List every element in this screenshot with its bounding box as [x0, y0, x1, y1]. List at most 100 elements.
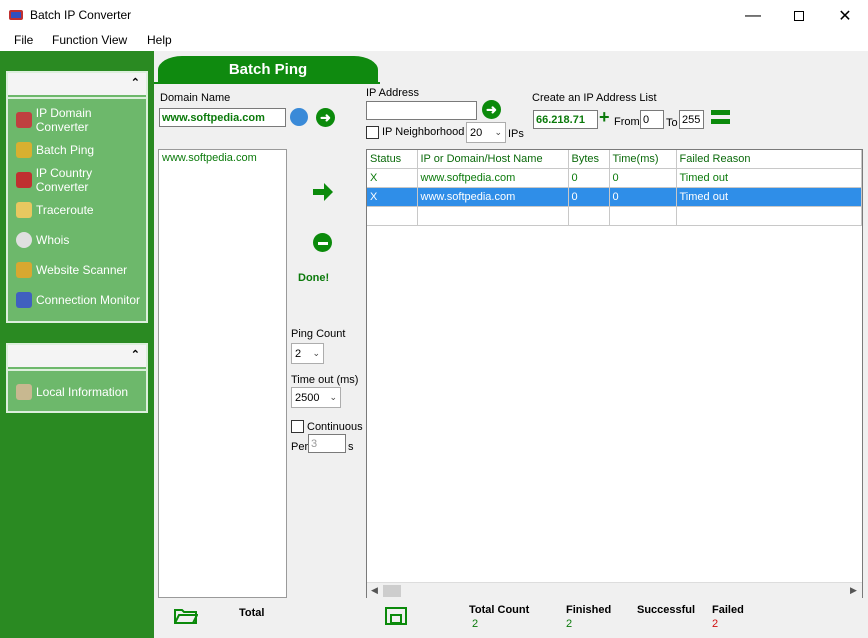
- per-label: Per: [291, 441, 309, 453]
- column-header[interactable]: Status: [367, 150, 418, 169]
- whois-icon: [16, 232, 32, 248]
- traceroute-icon: [16, 202, 32, 218]
- ie-browser-icon[interactable]: [290, 108, 308, 126]
- scrollbar-thumb[interactable]: [383, 585, 401, 597]
- cell-bytes: 0: [568, 187, 610, 207]
- per-seconds-input[interactable]: [308, 434, 346, 453]
- ips-label: IPs: [508, 128, 524, 140]
- cell-status: X: [367, 187, 418, 207]
- cell-bytes: 0: [568, 168, 610, 188]
- nav-group-local: ⌃ Local Information: [6, 343, 148, 413]
- continuous-checkbox[interactable]: [291, 420, 304, 433]
- table-row[interactable]: X www.softpedia.com 0 0 Timed out: [367, 168, 862, 188]
- panel-title: Batch Ping: [158, 56, 378, 83]
- timeout-select[interactable]: 2500 ⌄: [291, 387, 341, 408]
- timeout-label: Time out (ms): [291, 374, 359, 386]
- add-domain-arrow-icon[interactable]: ➜: [316, 108, 335, 127]
- menu-function-view[interactable]: Function View: [52, 33, 127, 47]
- sidebar-item-label: Website Scanner: [36, 263, 128, 277]
- cell-host: www.softpedia.com: [417, 168, 569, 188]
- sidebar-item-label: Whois: [36, 233, 70, 247]
- nav-group-tools: ⌃ IP Domain Converter Batch Ping IP Coun…: [6, 71, 148, 323]
- save-icon[interactable]: [385, 607, 407, 625]
- sidebar-item-label: Traceroute: [36, 203, 94, 217]
- start-arrow-icon[interactable]: [312, 182, 334, 202]
- sidebar-item-label: IP Domain Converter: [35, 106, 92, 134]
- column-header[interactable]: Bytes: [568, 150, 610, 169]
- ping-count-value: 2: [295, 347, 302, 360]
- nav-group-header: ⌃: [8, 345, 146, 367]
- to-input[interactable]: [679, 110, 704, 129]
- collapse-icon[interactable]: ⌃: [131, 348, 140, 361]
- ip-neighborhood-checkbox[interactable]: [366, 126, 379, 139]
- equals-icon[interactable]: [711, 110, 730, 125]
- menu-file[interactable]: File: [14, 33, 33, 47]
- add-ip-arrow-icon[interactable]: ➜: [482, 100, 501, 119]
- sidebar-item-ip-country-converter[interactable]: IP Country Converter: [8, 165, 146, 195]
- sidebar-item-batch-ping[interactable]: Batch Ping: [8, 135, 146, 165]
- ip-neighborhood-select[interactable]: 20 ⌄: [466, 122, 506, 143]
- sidebar-item-whois[interactable]: Whois: [8, 225, 146, 255]
- table-row[interactable]: X www.softpedia.com 0 0 Timed out: [367, 187, 862, 207]
- domain-list[interactable]: www.softpedia.com: [158, 149, 287, 598]
- total-label: Total: [239, 607, 265, 619]
- sidebar-item-label: Connection Monitor: [36, 293, 141, 307]
- sidebar-item-local-information[interactable]: Local Information: [8, 377, 146, 407]
- nav-group-header: ⌃: [8, 73, 146, 95]
- close-button[interactable]: ✕: [822, 0, 868, 31]
- ping-count-select[interactable]: 2 ⌄: [291, 343, 324, 364]
- column-header[interactable]: Time(ms): [609, 150, 677, 169]
- local-information-icon: [16, 384, 32, 400]
- ip-address-label: IP Address: [366, 87, 419, 99]
- maximize-icon: [794, 10, 804, 21]
- sidebar-item-label: Batch Ping: [36, 143, 95, 157]
- horizontal-scrollbar[interactable]: ◀ ▶: [367, 582, 862, 598]
- batch-ping-icon: [16, 142, 32, 158]
- ip-domain-icon: [16, 112, 32, 128]
- table-row-empty[interactable]: [367, 206, 862, 226]
- remove-icon[interactable]: [313, 233, 332, 252]
- domain-name-label: Domain Name: [160, 92, 231, 104]
- sidebar-item-traceroute[interactable]: Traceroute: [8, 195, 146, 225]
- chevron-down-icon: ⌄: [329, 392, 337, 402]
- open-folder-icon[interactable]: [174, 607, 198, 625]
- sidebar-item-connection-monitor[interactable]: Connection Monitor: [8, 285, 146, 315]
- menu-help[interactable]: Help: [147, 33, 172, 47]
- results-grid[interactable]: Status IP or Domain/Host Name Bytes Time…: [366, 149, 863, 598]
- cell-status: X: [367, 168, 418, 188]
- app-icon: [9, 10, 23, 20]
- maximize-button[interactable]: [776, 0, 822, 31]
- sidebar-item-website-scanner[interactable]: Website Scanner: [8, 255, 146, 285]
- column-header[interactable]: Failed Reason: [676, 150, 862, 169]
- sidebar-item-ip-domain-converter[interactable]: IP Domain Converter: [8, 105, 146, 135]
- ip-base-input[interactable]: [533, 110, 598, 129]
- from-label: From: [614, 116, 640, 128]
- plus-icon: +: [599, 107, 610, 127]
- close-icon: ✕: [838, 7, 852, 25]
- list-item[interactable]: www.softpedia.com: [159, 150, 286, 166]
- column-header[interactable]: IP or Domain/Host Name: [417, 150, 569, 169]
- finished-value: 2: [566, 618, 573, 630]
- window-title: Batch IP Converter: [30, 8, 132, 22]
- collapse-icon[interactable]: ⌃: [131, 76, 140, 89]
- successful-label: Successful: [637, 604, 696, 616]
- cell-time: 0: [609, 187, 677, 207]
- total-count-value: 2: [472, 618, 479, 630]
- total-count-label: Total Count: [469, 604, 530, 616]
- seconds-unit-label: s: [348, 441, 354, 453]
- domain-name-input[interactable]: [159, 108, 286, 127]
- ip-neighborhood-label: IP Neighborhood: [382, 126, 465, 138]
- continuous-label: Continuous: [307, 421, 363, 433]
- cell-reason: Timed out: [676, 187, 862, 207]
- minimize-button[interactable]: —: [730, 0, 776, 31]
- chevron-down-icon: ⌄: [312, 348, 320, 358]
- from-input[interactable]: [640, 110, 664, 129]
- scroll-right-icon[interactable]: ▶: [850, 585, 857, 596]
- scroll-left-icon[interactable]: ◀: [371, 585, 378, 596]
- sidebar-item-label: Local Information: [36, 385, 129, 399]
- cell-host: www.softpedia.com: [417, 187, 569, 207]
- cell-reason: Timed out: [676, 168, 862, 188]
- minimize-icon: —: [745, 6, 761, 24]
- ip-neighborhood-value: 20: [470, 126, 483, 139]
- ip-address-input[interactable]: [366, 101, 477, 120]
